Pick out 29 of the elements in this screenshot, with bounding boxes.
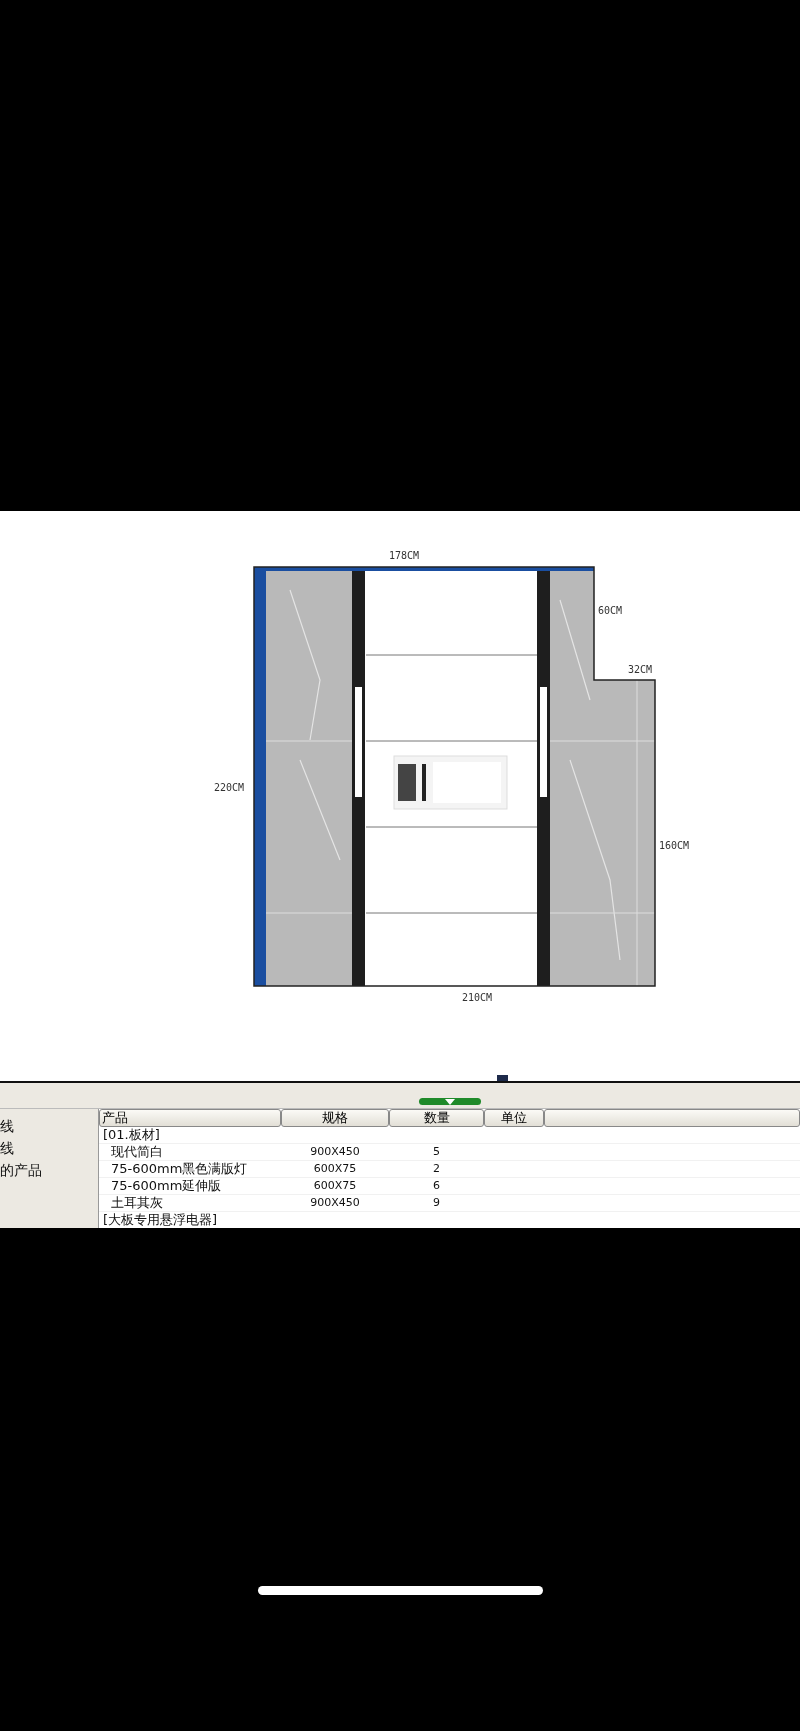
table-cell-text: 75-600mm延伸版 xyxy=(110,1178,223,1194)
group-cell-text: [01.板材] xyxy=(102,1127,160,1143)
column-header[interactable]: 数量 xyxy=(389,1109,484,1127)
column-header[interactable]: 产品 xyxy=(99,1109,281,1127)
column-header[interactable]: 单位 xyxy=(484,1109,544,1127)
table-cell-text: 9 xyxy=(432,1195,441,1211)
sidebar-item[interactable]: 线 xyxy=(0,1139,98,1157)
dimension-label: 60CM xyxy=(598,605,623,616)
group-cell-text: [大板专用悬浮电器] xyxy=(102,1212,218,1228)
table-cell-text: 600X75 xyxy=(312,1178,358,1194)
dimension-label: 178CM xyxy=(388,550,420,561)
table-cell-text: 土耳其灰 xyxy=(110,1195,164,1211)
sidebar-item[interactable]: 的产品 xyxy=(0,1161,98,1179)
sidebar-item[interactable]: 线 xyxy=(0,1117,98,1135)
table-cell-text: 600X75 xyxy=(312,1161,358,1177)
dimension-label: 210CM xyxy=(461,992,493,1003)
marker-icon xyxy=(497,1075,508,1081)
table-cell-text: 6 xyxy=(432,1178,441,1194)
table-cell-text: 2 xyxy=(432,1161,441,1177)
column-header[interactable]: 规格 xyxy=(281,1109,389,1127)
dimension-label: 220CM xyxy=(214,782,245,793)
dimension-label: 160CM xyxy=(659,840,690,851)
table-cell-text: 900X450 xyxy=(309,1195,361,1211)
table-cell-text: 75-600mm黑色满版灯 xyxy=(110,1161,249,1177)
table-cell-text: 900X450 xyxy=(309,1144,361,1160)
table-cell-text: 5 xyxy=(432,1144,441,1160)
table-cell-text: 现代简白 xyxy=(110,1144,164,1160)
collapse-handle[interactable] xyxy=(419,1098,481,1105)
dimension-label: 32CM xyxy=(628,664,653,675)
